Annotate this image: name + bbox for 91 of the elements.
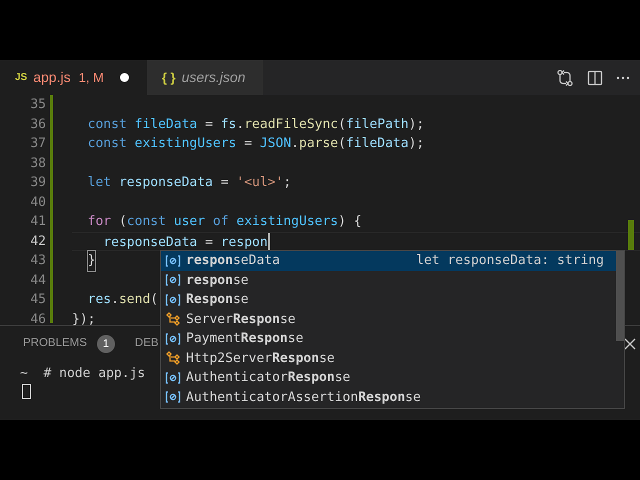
line-number: 45: [29, 291, 46, 309]
code-token: of: [212, 213, 230, 231]
code-token: filePath: [346, 116, 409, 134]
code-token: fs: [220, 116, 236, 134]
suggestion-label: Response: [186, 291, 249, 309]
line-number: 41: [29, 213, 46, 231]
variable-icon: [165, 273, 181, 288]
line-number: 38: [29, 154, 46, 172]
compare-changes-icon[interactable]: [556, 68, 574, 86]
variable-icon: [165, 254, 181, 268]
editor-tab[interactable]: { } users.json: [146, 60, 264, 95]
code-token: user: [174, 213, 206, 231]
suggestion-label: PaymentResponse: [186, 330, 304, 348]
variable-icon: [165, 390, 181, 404]
code-token: '<ul>': [236, 174, 284, 192]
line-number: 46: [29, 310, 46, 328]
code-token: responseData: [118, 174, 213, 192]
suggestion-item[interactable]: Http2ServerResponse: [161, 348, 616, 368]
variable-icon: [165, 292, 181, 307]
matched-bracket: }: [88, 251, 96, 270]
code-token: responseData: [103, 234, 198, 250]
class-icon: [165, 351, 181, 366]
code-token: parse: [299, 135, 338, 153]
suggestion-item[interactable]: Response: [161, 290, 616, 310]
code-token: respon: [220, 234, 268, 250]
code-token: const: [88, 116, 128, 134]
code-token: fileData: [346, 135, 409, 153]
code-token: const: [126, 213, 167, 231]
line-number: 37: [29, 135, 46, 153]
line-number: 43: [29, 252, 46, 270]
code-token: JSON: [260, 135, 292, 153]
code-token: );: [408, 135, 424, 153]
code-token: send: [118, 291, 150, 309]
editor-tab[interactable]: JS app.js 1, M: [0, 60, 147, 95]
file-type-icon: JS: [15, 70, 28, 85]
line-number: 39: [29, 174, 46, 192]
code-token: =: [205, 116, 214, 134]
suggestion-item[interactable]: PaymentResponse: [161, 329, 616, 348]
code-token: existingUsers: [236, 213, 338, 231]
line-number: 36: [29, 116, 46, 134]
suggestion-label: AuthenticatorResponse: [186, 369, 350, 387]
code-token: =: [205, 234, 214, 250]
code-token: ) {: [338, 213, 362, 231]
code-token: (: [338, 135, 346, 153]
suggestion-item[interactable]: responseData let responseData: string: [161, 251, 616, 270]
code-token: (: [118, 213, 127, 231]
code-token: for: [88, 213, 112, 231]
code-token: );: [408, 116, 424, 134]
code-token: (: [150, 291, 158, 309]
scrollbar-mark: [628, 220, 634, 250]
code-token: ;: [283, 174, 292, 192]
file-type-icon: { }: [162, 68, 176, 88]
close-icon[interactable]: [624, 338, 636, 350]
suggestion-label: Http2ServerResponse: [186, 350, 335, 368]
suggestion-item[interactable]: AuthenticatorResponse: [161, 368, 616, 388]
class-icon: [165, 312, 181, 326]
code-token: res: [88, 291, 112, 309]
line-number: 42: [29, 232, 46, 250]
panel-tab[interactable]: DEB: [134, 332, 159, 356]
suggestion-item[interactable]: AuthenticatorAssertionResponse: [161, 388, 616, 407]
code-token: let: [88, 174, 112, 192]
code-token: =: [220, 174, 230, 192]
tab-status-text: 1, M: [78, 68, 104, 87]
panel-tab[interactable]: PROBLEMS 1: [23, 332, 115, 356]
code-token: .: [236, 116, 244, 134]
count-badge: 1: [96, 335, 115, 353]
scrollbar-thumb[interactable]: [616, 251, 624, 341]
code-token: const: [88, 135, 128, 153]
line-number: 35: [29, 96, 46, 114]
variable-icon: [165, 370, 181, 385]
suggestion-label: AuthenticatorAssertionResponse: [186, 388, 421, 406]
code-token: .: [111, 291, 119, 309]
suggestion-label: responseData: [186, 252, 280, 270]
suggestion-item[interactable]: ServerResponse: [161, 310, 616, 329]
suggestion-detail: let responseData: string: [416, 252, 604, 270]
code-token: readFileSync: [244, 116, 338, 134]
code-token: fileData: [134, 116, 198, 134]
code-token: =: [244, 135, 254, 153]
terminal-line: ~ # node app.js: [20, 366, 146, 382]
suggestion-label: response: [186, 272, 249, 290]
suggestion-label: ServerResponse: [186, 310, 296, 328]
line-number: 40: [29, 194, 46, 212]
more-icon[interactable]: [616, 76, 630, 80]
code-token: .: [291, 135, 299, 153]
suggestion-item[interactable]: response: [161, 270, 616, 290]
code-token: (: [338, 116, 346, 134]
line-number: 44: [29, 272, 46, 290]
split-editor-icon[interactable]: [587, 70, 603, 86]
variable-icon: [165, 332, 181, 346]
code-token: existingUsers: [134, 135, 236, 153]
code-token: });: [72, 310, 96, 328]
